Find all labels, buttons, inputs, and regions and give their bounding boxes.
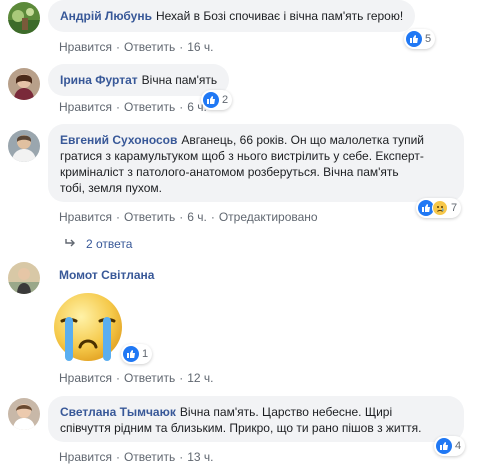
comment: Евгений Сухоносов Авганець, 66 років. Он …	[0, 124, 477, 254]
reaction-count: 2	[222, 94, 229, 106]
comment-text-line: тобі, земля пухом.	[60, 181, 162, 195]
like-link[interactable]: Нравится	[59, 371, 112, 385]
reply-link[interactable]: Ответить	[124, 450, 175, 464]
reaction-summary[interactable]: 1	[121, 344, 153, 364]
reaction-summary[interactable]: 4	[434, 436, 466, 456]
reply-link[interactable]: Ответить	[124, 100, 175, 114]
view-replies-link[interactable]: 2 ответа	[64, 237, 132, 251]
comment-actions: Нравится · Ответить · 6 ч.	[59, 100, 207, 114]
reply-link[interactable]: Ответить	[124, 210, 175, 224]
comment-author[interactable]: Ірина Фуртат	[60, 73, 138, 87]
separator-dot: ·	[115, 371, 120, 385]
comment-text-line: Авганець, 66 років. Он що малолетка тупи…	[181, 133, 424, 147]
comment: Андрій Любунь Нехай в Бозі спочиває і віч…	[0, 0, 477, 60]
reply-arrow-icon	[64, 237, 76, 251]
avatar[interactable]	[8, 68, 40, 100]
like-icon	[436, 438, 452, 454]
timestamp[interactable]: 13 ч.	[187, 450, 213, 464]
like-link[interactable]: Нравится	[59, 210, 112, 224]
comment-bubble: Евгений Сухоносов Авганець, 66 років. Он …	[48, 124, 464, 202]
comment-actions: Нравится · Ответить · 12 ч.	[59, 371, 214, 385]
like-link[interactable]: Нравится	[59, 100, 112, 114]
like-icon	[406, 31, 422, 47]
comment: Ірина Фуртат Вічна пам'ять 2 Нравится · Отв…	[0, 64, 477, 120]
comment-actions: Нравится · Ответить · 16 ч.	[59, 40, 214, 54]
reaction-count: 5	[425, 33, 432, 45]
sad-icon	[432, 200, 448, 216]
separator-dot: ·	[115, 100, 120, 114]
reaction-count: 4	[455, 440, 462, 452]
reaction-count: 1	[142, 348, 149, 360]
reply-link[interactable]: Ответить	[124, 371, 175, 385]
comment-author[interactable]: Андрій Любунь	[60, 9, 152, 23]
avatar[interactable]	[8, 2, 40, 34]
reaction-summary[interactable]: 7	[416, 198, 462, 218]
comment-text-line: гратися з карамультуком щоб з нього вист…	[60, 149, 424, 163]
avatar[interactable]	[8, 262, 40, 294]
comment-actions: Нравится · Ответить · 6 ч. · Отредактировано	[59, 210, 318, 224]
timestamp[interactable]: 6 ч.	[187, 210, 207, 224]
separator-dot: ·	[115, 40, 120, 54]
reaction-summary[interactable]: 5	[404, 29, 436, 49]
reaction-count: 7	[451, 202, 458, 214]
timestamp[interactable]: 12 ч.	[187, 371, 213, 385]
reply-link[interactable]: Ответить	[124, 40, 175, 54]
comment-actions: Нравится · Ответить · 13 ч.	[59, 450, 214, 464]
comment-text: Нехай в Бозі спочиває і вічна пам'ять ге…	[155, 9, 404, 23]
comment-text-line: криміналіст з патолого-анатомом розберут…	[60, 165, 399, 179]
separator-dot: ·	[179, 371, 184, 385]
separator-dot: ·	[179, 40, 184, 54]
avatar[interactable]	[8, 130, 40, 162]
comment-bubble: Андрій Любунь Нехай в Бозі спочиває і віч…	[48, 0, 416, 32]
comment-text-line: співчуття рідним та близьким. Прикро, що…	[60, 421, 422, 435]
comment-author[interactable]: Евгений Сухоносов	[60, 133, 177, 147]
separator-dot: ·	[115, 450, 120, 464]
timestamp[interactable]: 6 ч.	[187, 100, 207, 114]
replies-count: 2 ответа	[86, 237, 133, 251]
comment-text-line: Вічна пам'ять. Царство небесне. Щирі	[179, 405, 393, 419]
timestamp[interactable]: 16 ч.	[187, 40, 213, 54]
crying-face-sticker	[52, 291, 124, 363]
comment: Светлана Тымчаюк Вічна пам'ять. Царство н…	[0, 396, 477, 466]
comment-bubble: Ірина Фуртат Вічна пам'ять	[48, 64, 230, 96]
comment-author[interactable]: Светлана Тымчаюк	[60, 405, 176, 419]
like-link[interactable]: Нравится	[59, 450, 112, 464]
avatar[interactable]	[8, 398, 40, 430]
like-icon	[123, 346, 139, 362]
edited-label[interactable]: Отредактировано	[219, 210, 318, 224]
comment-text: Вічна пам'ять	[141, 73, 218, 87]
separator-dot: ·	[179, 210, 184, 224]
comment-author[interactable]: Момот Світлана	[59, 268, 154, 282]
comment: Момот Світлана 1 Нравится · Ответить · 12 ч.	[0, 262, 477, 385]
separator-dot: ·	[210, 210, 215, 224]
separator-dot: ·	[179, 450, 184, 464]
separator-dot: ·	[115, 210, 120, 224]
comment-bubble: Светлана Тымчаюк Вічна пам'ять. Царство н…	[48, 396, 464, 442]
separator-dot: ·	[179, 100, 184, 114]
like-link[interactable]: Нравится	[59, 40, 112, 54]
